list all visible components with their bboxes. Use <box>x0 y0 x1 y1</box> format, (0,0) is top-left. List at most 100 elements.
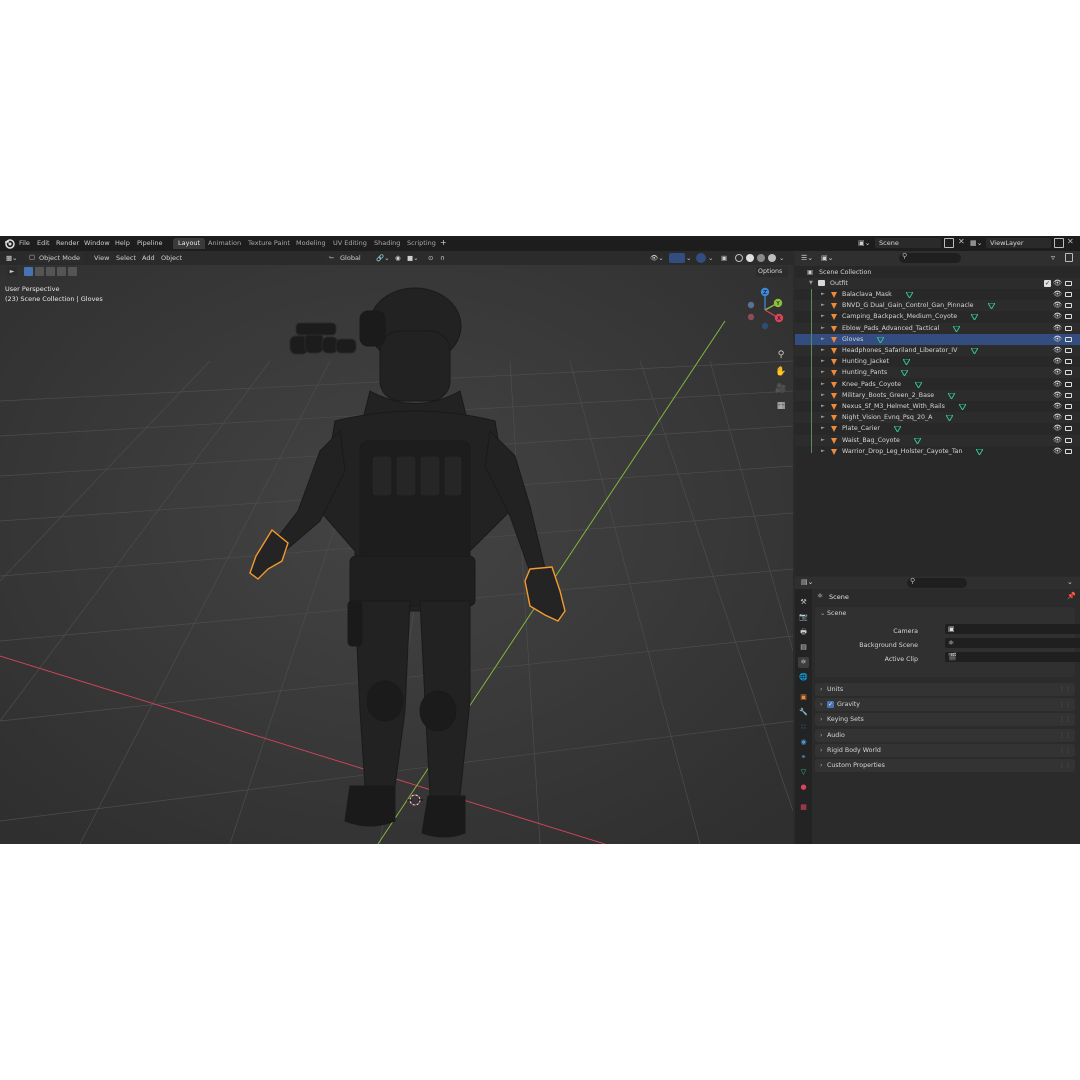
render-camera-icon[interactable] <box>1065 314 1072 320</box>
eye-icon[interactable]: 👁 <box>1053 334 1062 345</box>
options-dropdown[interactable]: Options <box>756 267 788 277</box>
panel-rigid-body-world[interactable]: › Rigid Body World ⋮⋮ <box>815 743 1075 757</box>
panel-gravity[interactable]: › ✓ Gravity ⋮⋮ <box>815 698 1075 712</box>
drag-handle-icon[interactable]: ⋮⋮ <box>1059 744 1071 757</box>
menu-render[interactable]: Render <box>56 239 79 247</box>
menu-view[interactable]: View <box>94 254 109 262</box>
gizmo-toggle-icon[interactable] <box>669 253 685 263</box>
select-new-icon[interactable] <box>24 267 33 276</box>
panel-audio[interactable]: › Audio ⋮⋮ <box>815 728 1075 742</box>
snap-icon[interactable]: ◉ <box>395 254 401 262</box>
render-camera-icon[interactable] <box>1065 325 1072 331</box>
scene-panel-header[interactable]: ⌄ Scene <box>815 607 1075 620</box>
blender-logo-icon[interactable] <box>4 238 15 249</box>
outliner-item-row[interactable]: ► BNVD_G Dual_Gain_Control_Gan_Pinnacle 👁 <box>795 300 1080 312</box>
outliner-item-row[interactable]: ► Military_Boots_Green_2_Base 👁 <box>795 389 1080 401</box>
solid-shading-icon[interactable] <box>746 254 754 262</box>
render-camera-icon[interactable] <box>1065 348 1072 353</box>
tab-texture-paint[interactable]: Texture Paint <box>243 238 295 249</box>
expand-arrow-icon[interactable]: ► <box>821 423 825 434</box>
outliner-item-row[interactable]: ► Hunting_Pants 👁 <box>795 367 1080 379</box>
pin-icon[interactable]: 📌 <box>1067 592 1076 600</box>
active-clip-field[interactable]: 🎬 <box>945 652 1080 662</box>
render-camera-icon[interactable] <box>1065 381 1072 387</box>
expand-arrow-icon[interactable]: ► <box>821 435 825 446</box>
viewlayer-icon[interactable]: ▦⌄ <box>970 239 982 247</box>
object-mode-dropdown[interactable]: ▢ Object Mode <box>26 253 84 263</box>
expand-arrow-icon[interactable]: ► <box>821 367 825 378</box>
render-camera-icon[interactable] <box>1065 404 1072 409</box>
filter-icon[interactable]: ▿ <box>1051 253 1055 262</box>
expand-arrow-icon[interactable]: ► <box>821 289 825 300</box>
outliner-item-row[interactable]: ► Hunting_Jacket 👁 <box>795 356 1080 367</box>
render-camera-icon[interactable] <box>1065 292 1072 297</box>
render-camera-icon[interactable] <box>1065 370 1072 376</box>
eye-icon[interactable]: 👁 <box>1053 446 1062 457</box>
gravity-checkbox[interactable]: ✓ <box>827 701 834 709</box>
render-camera-icon[interactable] <box>1065 336 1072 342</box>
eye-icon[interactable]: 👁 <box>1053 435 1062 446</box>
mesh-data-icon[interactable] <box>971 314 978 321</box>
tab-layout[interactable]: Layout <box>173 238 206 249</box>
drag-handle-icon[interactable]: ⋮⋮ <box>1059 683 1071 696</box>
expand-arrow-icon[interactable]: ▼ <box>809 278 813 289</box>
rendered-shading-icon[interactable] <box>768 254 776 262</box>
drag-handle-icon[interactable]: ⋮⋮ <box>1059 713 1071 726</box>
collection-outfit-row[interactable]: ▼ Outfit ✓ 👁 <box>795 278 1080 289</box>
render-camera-icon[interactable] <box>1065 415 1072 421</box>
menu-pipeline[interactable]: Pipeline <box>137 239 162 247</box>
expand-arrow-icon[interactable]: ► <box>821 311 825 322</box>
scene-field[interactable]: Scene <box>875 238 941 248</box>
new-collection-icon[interactable] <box>1065 253 1073 262</box>
expand-arrow-icon[interactable]: ► <box>821 356 825 367</box>
mesh-data-icon[interactable] <box>906 292 913 298</box>
outliner-item-row[interactable]: ► Night_Vision_Evnq_Psq_20_A 👁 <box>795 412 1080 424</box>
add-workspace-button[interactable]: + <box>440 238 447 247</box>
data-tab-icon[interactable]: ▽ <box>798 767 809 778</box>
tool-tab-icon[interactable]: ⚒ <box>798 597 809 608</box>
tab-modeling[interactable]: Modeling <box>291 238 331 249</box>
outliner-item-row[interactable]: ► Gloves 👁 <box>795 333 1080 345</box>
properties-editor-icon[interactable]: ▤⌄ <box>801 578 813 586</box>
constraints-tab-icon[interactable]: ⚭ <box>798 752 809 763</box>
copy-viewlayer-icon[interactable] <box>1054 238 1064 248</box>
object-tab-icon[interactable]: ▣ <box>798 692 809 703</box>
tab-shading[interactable]: Shading <box>369 238 405 249</box>
delete-viewlayer-icon[interactable]: ✕ <box>1067 237 1074 246</box>
expand-arrow-icon[interactable]: ► <box>821 412 825 423</box>
expand-arrow-icon[interactable]: ► <box>821 334 825 345</box>
select-intersect-icon[interactable] <box>68 267 77 276</box>
eye-icon[interactable]: 👁 <box>1053 289 1062 300</box>
mesh-data-icon[interactable] <box>901 370 908 377</box>
overlays-dropdown-icon[interactable]: ⌄ <box>708 254 713 262</box>
shading-dropdown-icon[interactable]: ⌄ <box>779 254 784 262</box>
physics-tab-icon[interactable]: ◉ <box>798 737 809 748</box>
display-mode-icon[interactable]: ▣⌄ <box>821 254 833 262</box>
wireframe-shading-icon[interactable] <box>735 254 743 262</box>
outliner-item-row[interactable]: ► Eblow_Pads_Advanced_Tactical 👁 <box>795 322 1080 334</box>
gizmo-neg-z[interactable] <box>761 322 769 330</box>
falloff-icon[interactable]: ∩ <box>440 254 445 262</box>
mesh-data-icon[interactable] <box>971 348 978 354</box>
mesh-data-icon[interactable] <box>946 415 953 422</box>
outliner-item-row[interactable]: ► Waist_Bag_Coyote 👁 <box>795 434 1080 446</box>
eye-icon[interactable]: 👁 <box>1053 379 1062 390</box>
render-camera-icon[interactable] <box>1065 426 1072 432</box>
menu-file[interactable]: File <box>19 239 30 247</box>
scene-collection-row[interactable]: ▣ Scene Collection <box>795 267 1080 278</box>
menu-select[interactable]: Select <box>116 254 136 262</box>
pan-hand-icon[interactable]: ✋ <box>774 365 788 379</box>
outliner-item-row[interactable]: ► Knee_Pads_Coyote 👁 <box>795 379 1080 390</box>
delete-scene-icon[interactable]: ✕ <box>958 237 965 246</box>
transform-orientation-dropdown[interactable]: ⌙ Global <box>326 253 372 263</box>
eye-icon[interactable]: 👁 <box>1053 278 1062 289</box>
camera-field[interactable]: ▣ ✒ <box>945 624 1080 634</box>
expand-arrow-icon[interactable]: ► <box>821 446 825 457</box>
expand-arrow-icon[interactable]: ► <box>821 390 825 401</box>
visibility-icon[interactable]: 👁⌄ <box>650 254 664 262</box>
material-tab-icon[interactable]: ● <box>798 782 809 793</box>
3d-viewport[interactable]: ▩⌄ ▢ Object Mode View Select Add Object … <box>0 251 793 844</box>
mesh-data-icon[interactable] <box>877 336 884 343</box>
panel-custom-properties[interactable]: › Custom Properties ⋮⋮ <box>815 759 1075 772</box>
menu-add[interactable]: Add <box>142 254 155 262</box>
